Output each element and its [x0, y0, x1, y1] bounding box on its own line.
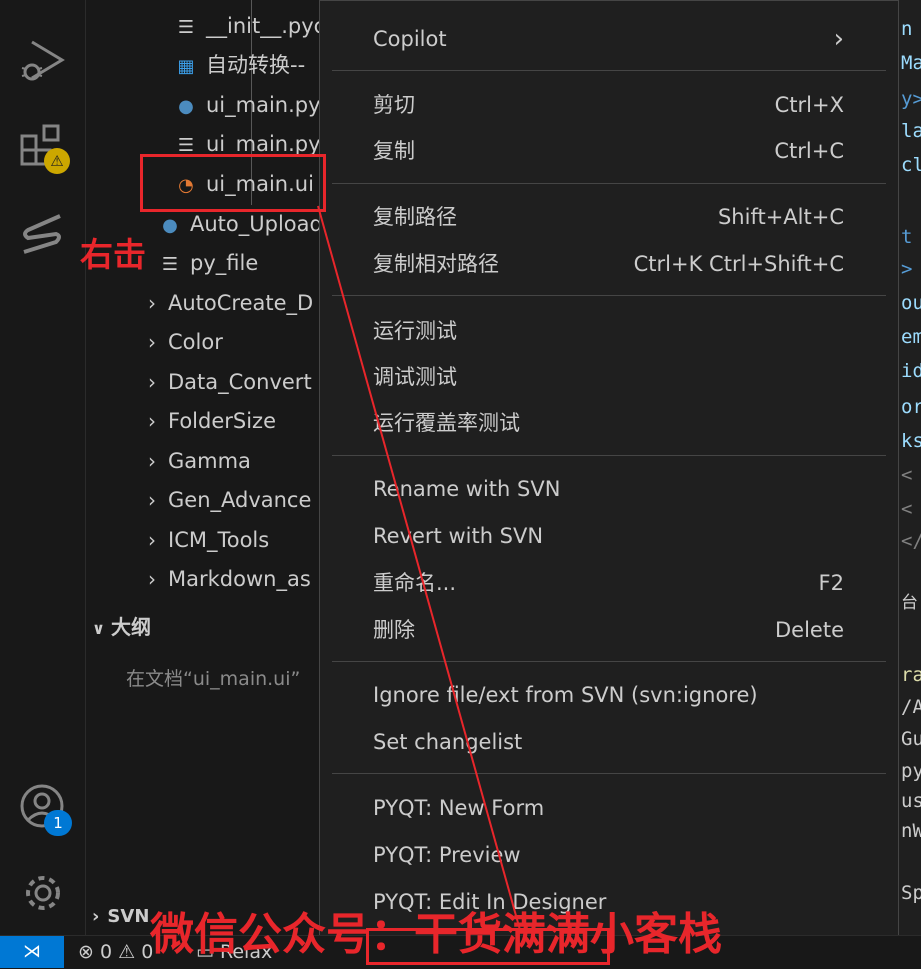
annotation-arrow	[317, 205, 521, 931]
watermark-text: 微信公众号：干货满满小客栈	[150, 909, 722, 960]
annotation-right-click-label: 右击	[80, 235, 146, 274]
